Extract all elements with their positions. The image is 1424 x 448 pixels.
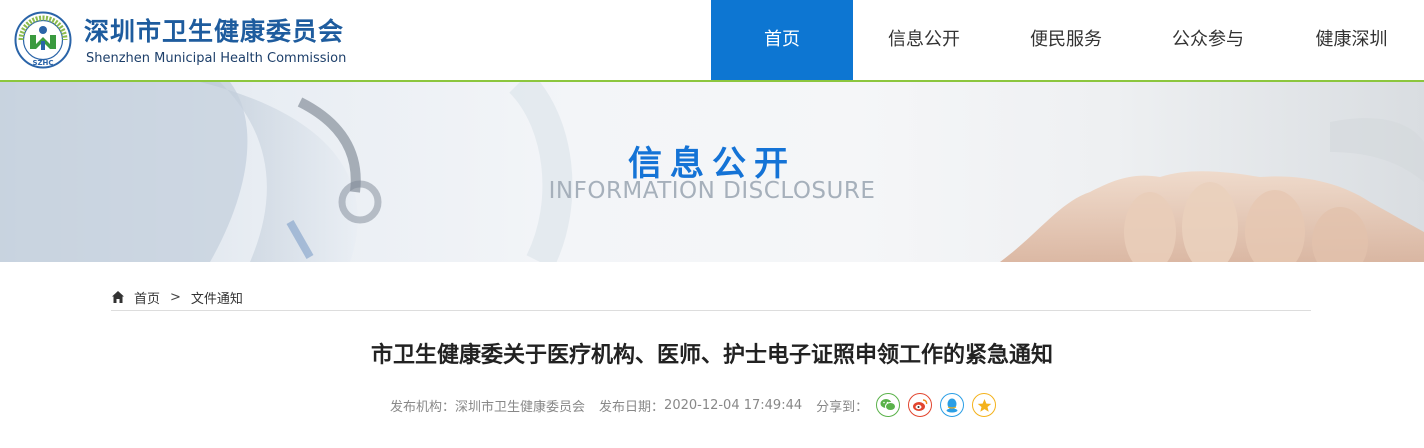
share-qq-button[interactable] xyxy=(940,393,965,417)
share-weibo-button[interactable] xyxy=(908,393,933,417)
main-nav: 首页 信息公开 便民服务 公众参与 健康深圳 xyxy=(711,0,1424,80)
commission-logo-icon[interactable]: SZHC xyxy=(14,11,72,69)
site-header: SZHC 深圳市卫生健康委员会 Shenzhen Municipal Healt… xyxy=(0,0,1424,80)
breadcrumb-home-link[interactable]: 首页 xyxy=(134,288,160,307)
breadcrumb-current-link[interactable]: 文件通知 xyxy=(191,288,243,307)
publisher-label: 发布机构： xyxy=(390,399,456,415)
breadcrumb-separator: > xyxy=(170,289,181,305)
qq-icon xyxy=(946,398,958,412)
date-label: 发布日期： xyxy=(599,399,665,415)
breadcrumb: 首页 > 文件通知 xyxy=(111,287,243,307)
nav-item-info-disclosure[interactable]: 信息公开 xyxy=(853,0,995,80)
date-value: 2020-12-04 17:49:44 xyxy=(664,397,803,413)
share-wechat-button[interactable] xyxy=(876,393,901,417)
qzone-star-icon xyxy=(977,398,991,412)
nav-item-healthy-shenzhen[interactable]: 健康深圳 xyxy=(1279,0,1424,80)
site-name-en: Shenzhen Municipal Health Commission xyxy=(86,51,347,66)
logo-abbr: SZHC xyxy=(32,59,53,67)
article-title: 市卫生健康委关于医疗机构、医师、护士电子证照申领工作的紧急通知 xyxy=(370,343,1053,368)
wechat-icon xyxy=(880,399,897,411)
nav-item-public-services[interactable]: 便民服务 xyxy=(995,0,1137,80)
share-label: 分享到： xyxy=(816,399,869,415)
breadcrumb-divider xyxy=(111,310,1311,311)
weibo-icon xyxy=(913,399,928,411)
nav-item-public-participation[interactable]: 公众参与 xyxy=(1137,0,1279,80)
home-icon xyxy=(112,291,124,303)
banner-subtitle: INFORMATION DISCLOSURE xyxy=(548,178,876,204)
publisher-value: 深圳市卫生健康委员会 xyxy=(455,399,586,415)
site-name-cn: 深圳市卫生健康委员会 xyxy=(84,17,345,46)
nav-item-home[interactable]: 首页 xyxy=(711,0,853,80)
page-banner: 信息公开 INFORMATION DISCLOSURE xyxy=(0,82,1424,262)
article-meta: 发布机构： 深圳市卫生健康委员会 发布日期： 2020-12-04 17:49:… xyxy=(390,392,997,418)
share-qzone-button[interactable] xyxy=(972,393,997,417)
